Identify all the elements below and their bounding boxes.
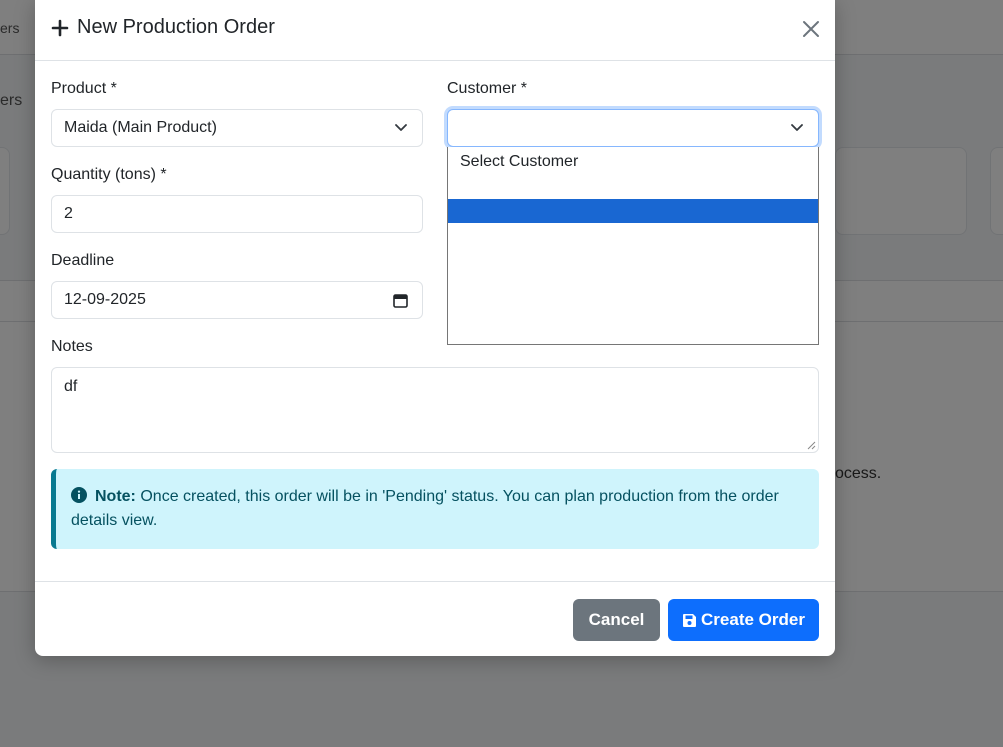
info-circle-icon <box>71 487 87 503</box>
modal-header: New Production Order <box>35 0 835 61</box>
quantity-input-value: 2 <box>64 205 73 222</box>
modal-title-text: New Production Order <box>77 16 275 38</box>
product-select[interactable]: Maida (Main Product) <box>51 109 423 147</box>
customer-label: Customer * <box>447 80 528 97</box>
quantity-input[interactable]: 2 <box>51 195 423 233</box>
notes-label: Notes <box>51 338 93 355</box>
dropdown-option[interactable]: Select Customer <box>448 152 818 174</box>
product-select-value: Maida (Main Product) <box>64 119 217 136</box>
modal-title: New Production Order <box>51 16 275 39</box>
dropdown-option-highlighted[interactable] <box>448 199 818 223</box>
resize-handle-icon[interactable] <box>806 440 816 450</box>
save-icon <box>683 613 697 627</box>
chevron-down-icon <box>395 124 407 131</box>
create-order-button-label: Create Order <box>701 610 805 629</box>
plus-icon <box>51 19 69 36</box>
modal-footer: Cancel Create Order <box>35 581 835 656</box>
notes-textarea-value: df <box>64 378 78 395</box>
notes-textarea[interactable]: df <box>51 367 819 453</box>
alert-prefix: Note: <box>95 488 136 505</box>
new-production-order-modal: New Production Order Product * Maida (Ma… <box>35 0 835 656</box>
quantity-label: Quantity (tons) * <box>51 166 167 183</box>
create-order-button[interactable]: Create Order <box>668 599 819 641</box>
chevron-down-icon <box>791 124 803 131</box>
deadline-input-value: 12-09-2025 <box>64 291 146 308</box>
cancel-button-label: Cancel <box>588 610 645 629</box>
customer-dropdown-list[interactable]: Select Customer <box>447 147 819 345</box>
alert-text: Once created, this order will be in 'Pen… <box>71 488 779 529</box>
deadline-date-input[interactable]: 12-09-2025 <box>51 281 423 319</box>
info-alert: Note: Once created, this order will be i… <box>51 469 819 549</box>
calendar-icon[interactable] <box>393 293 408 308</box>
cancel-button[interactable]: Cancel <box>573 599 660 641</box>
deadline-label: Deadline <box>51 252 115 269</box>
customer-select[interactable] <box>447 109 819 147</box>
product-label: Product * <box>51 80 117 97</box>
close-icon[interactable] <box>801 19 821 39</box>
